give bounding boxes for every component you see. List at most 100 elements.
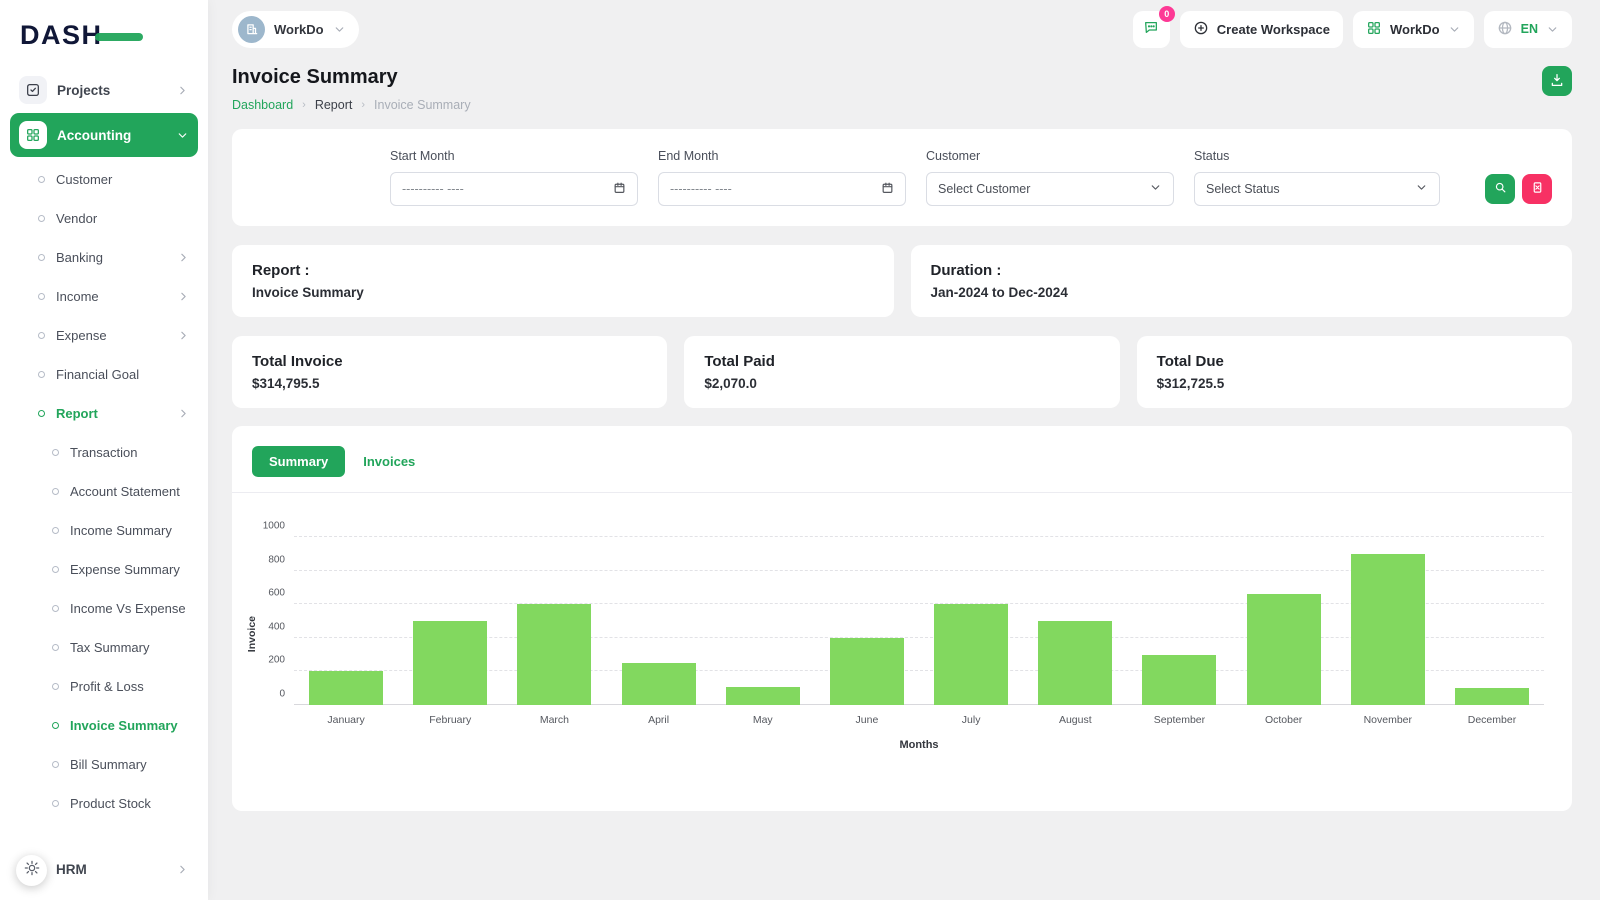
chevron-down-icon (1546, 23, 1559, 36)
report-info-row: Report : Invoice Summary Duration : Jan-… (232, 245, 1572, 317)
x-tick-label: February (429, 714, 472, 726)
bullet-icon (52, 449, 59, 456)
sidebar-item-label: Account Statement (70, 484, 180, 499)
bar-december (1455, 688, 1529, 705)
total-due-label: Total Due (1156, 353, 1224, 370)
filter-actions (1485, 174, 1552, 204)
logo-accent-bar (95, 33, 143, 41)
bar-july (934, 604, 1009, 705)
sidebar-item-projects[interactable]: Projects (10, 70, 198, 110)
chevron-right-icon (177, 251, 190, 264)
breadcrumb-separator: › (361, 99, 366, 111)
duration-card: Duration : Jan-2024 to Dec-2024 (910, 245, 1572, 317)
sidebar-item-accounting[interactable]: Accounting (10, 113, 198, 157)
report-label: Report : (252, 262, 310, 279)
total-due-card: Total Due $312,725.5 (1136, 336, 1572, 408)
status-select-value: Select Status (1206, 182, 1280, 196)
sidebar-item-product-stock[interactable]: Product Stock (0, 784, 208, 823)
bullet-icon (52, 527, 59, 534)
sidebar-nav: Projects Accounting Customer Vendor Bankin… (0, 67, 208, 837)
customer-select[interactable]: Select Customer (926, 172, 1174, 206)
bar-column-january (294, 537, 398, 705)
breadcrumb-current: Invoice Summary (374, 98, 471, 112)
bar-october (1246, 594, 1321, 705)
sidebar-item-income-vs-expense[interactable]: Income Vs Expense (0, 589, 208, 628)
chevron-right-icon (177, 329, 190, 342)
breadcrumb-dashboard-link[interactable]: Dashboard (232, 98, 293, 112)
total-invoice-label: Total Invoice (252, 353, 343, 370)
bar-february (413, 621, 488, 705)
create-workspace-button[interactable]: Create Workspace (1179, 10, 1344, 48)
reset-filter-button[interactable] (1522, 174, 1552, 204)
y-tick-label: 1000 (262, 520, 285, 532)
sidebar-item-bill-summary[interactable]: Bill Summary (0, 745, 208, 784)
sidebar-item-invoice-summary[interactable]: Invoice Summary (0, 706, 208, 745)
breadcrumb: Dashboard › Report › Invoice Summary (232, 98, 471, 112)
sidebar-item-report[interactable]: Report (0, 394, 208, 433)
sidebar-item-label: Report (56, 406, 98, 421)
bar-june (829, 637, 904, 705)
sidebar-item-label: Expense (56, 328, 107, 343)
sidebar-item-label: Cash Flow (70, 835, 131, 837)
sidebar-item-vendor[interactable]: Vendor (0, 199, 208, 238)
bullet-icon (38, 332, 45, 339)
check-square-icon (19, 76, 47, 104)
sidebar-item-tax-summary[interactable]: Tax Summary (0, 628, 208, 667)
sidebar-item-income[interactable]: Income (0, 277, 208, 316)
bar-column-february (398, 537, 502, 705)
breadcrumb-report[interactable]: Report (315, 98, 353, 112)
status-label: Status (1194, 149, 1230, 163)
search-button[interactable] (1485, 174, 1515, 204)
grid-icon (19, 121, 47, 149)
sidebar-item-transaction[interactable]: Transaction (0, 433, 208, 472)
duration-value: Jan-2024 to Dec-2024 (930, 285, 1068, 300)
bar-column-april (607, 537, 711, 705)
sidebar-item-expense-summary[interactable]: Expense Summary (0, 550, 208, 589)
chat-icon (1143, 19, 1159, 40)
sidebar-item-account-statement[interactable]: Account Statement (0, 472, 208, 511)
status-select[interactable]: Select Status (1194, 172, 1440, 206)
filter-fields: Start Month ---------- ---- End Month --… (390, 149, 1440, 206)
bullet-icon (52, 761, 59, 768)
bullet-icon (38, 254, 45, 261)
end-month-label: End Month (658, 149, 719, 163)
tab-summary[interactable]: Summary (252, 446, 346, 477)
sidebar-item-financial-goal[interactable]: Financial Goal (0, 355, 208, 394)
sidebar-item-profit-loss[interactable]: Profit & Loss (0, 667, 208, 706)
sidebar-item-label: Projects (57, 82, 111, 98)
end-month-input[interactable]: ---------- ---- (658, 172, 906, 206)
plus-circle-icon (1193, 20, 1209, 39)
sidebar-item-label: Income Summary (70, 523, 172, 538)
sidebar-item-income-summary[interactable]: Income Summary (0, 511, 208, 550)
start-month-input[interactable]: ---------- ---- (390, 172, 638, 206)
breadcrumb-separator: › (302, 99, 306, 111)
duration-label: Duration : (930, 262, 1002, 279)
sidebar-item-expense[interactable]: Expense (0, 316, 208, 355)
workdo-menu-button[interactable]: WorkDo (1353, 10, 1474, 48)
y-tick-label: 800 (268, 554, 285, 566)
bar-march (517, 604, 592, 705)
bullet-icon (52, 683, 59, 690)
total-due-value: $312,725.5 (1156, 376, 1225, 391)
start-month-placeholder: ---------- ---- (402, 182, 464, 196)
bullet-icon (52, 722, 59, 729)
sidebar-item-cash-flow[interactable]: Cash Flow (0, 823, 208, 837)
settings-fab-button[interactable] (16, 855, 47, 886)
app-logo[interactable]: DASH (0, 12, 208, 67)
sidebar-item-label: Financial Goal (56, 367, 140, 382)
sidebar-item-customer[interactable]: Customer (0, 160, 208, 199)
gear-icon (24, 860, 40, 881)
bar-september (1142, 654, 1217, 705)
language-selector[interactable]: EN (1483, 10, 1572, 48)
messages-button[interactable]: 0 (1132, 5, 1175, 48)
download-icon (1549, 72, 1565, 91)
total-paid-card: Total Paid $2,070.0 (684, 336, 1120, 408)
sidebar-item-banking[interactable]: Banking (0, 238, 208, 277)
tab-invoices[interactable]: Invoices (359, 446, 419, 477)
globe-icon (1497, 20, 1513, 39)
bullet-icon (38, 293, 45, 300)
reset-icon (1531, 181, 1544, 197)
workspace-switcher[interactable]: WorkDo (232, 10, 359, 48)
download-button[interactable] (1542, 66, 1572, 96)
bar-column-october (1232, 537, 1336, 705)
